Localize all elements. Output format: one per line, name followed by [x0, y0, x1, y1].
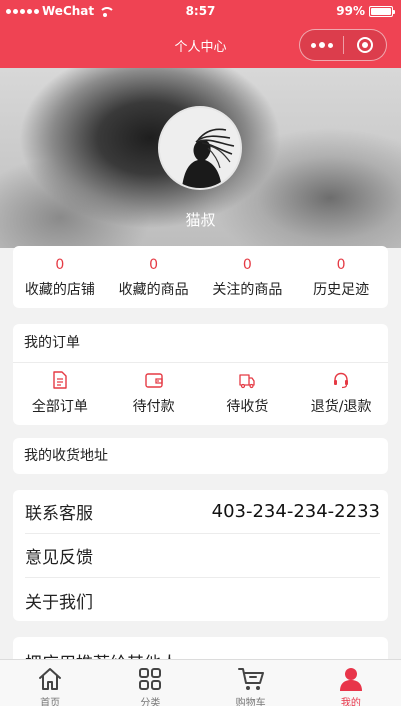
stat-favorite-shops[interactable]: 0 收藏的店铺: [13, 246, 107, 308]
orders-title[interactable]: 我的订单: [13, 324, 388, 363]
tab-cart[interactable]: 购物车: [201, 660, 301, 706]
stat-label: 收藏的商品: [118, 282, 189, 298]
support-phone[interactable]: 403-234-234-2233: [212, 501, 380, 522]
top-bar: WeChat 8:57 99% 个人中心: [0, 0, 401, 68]
battery-percent: 99%: [336, 4, 365, 18]
more-options-icon[interactable]: [300, 30, 343, 60]
close-mini-program-icon[interactable]: [344, 30, 386, 60]
stat-label: 历史足迹: [313, 282, 370, 298]
tab-mine[interactable]: 我的: [301, 660, 401, 706]
all-orders-button[interactable]: 全部订单: [13, 363, 107, 425]
user-icon: [339, 668, 362, 691]
stat-label: 收藏的店铺: [24, 282, 95, 298]
wallet-icon: [144, 373, 163, 388]
stat-count: 0: [55, 257, 65, 273]
about-us-label: 关于我们: [25, 592, 93, 613]
tab-label: 购物车: [235, 698, 266, 706]
order-item-label: 退货/退款: [310, 399, 372, 415]
profile-header: 猫叔: [0, 68, 401, 248]
service-menu: 联系客服 403-234-234-2233 意见反馈 关于我们: [13, 490, 388, 621]
avatar-silhouette-icon: [160, 108, 240, 188]
category-icon: [139, 668, 162, 690]
stat-history[interactable]: 0 历史足迹: [294, 246, 388, 308]
headset-icon: [334, 372, 349, 389]
order-item-label: 全部订单: [31, 399, 88, 415]
pending-delivery-button[interactable]: 待收货: [201, 363, 295, 425]
battery-icon: [369, 5, 395, 17]
order-item-label: 待付款: [132, 399, 175, 415]
avatar[interactable]: [158, 106, 242, 190]
feedback-row[interactable]: 意见反馈: [25, 534, 380, 578]
document-icon: [53, 371, 67, 389]
status-bar: WeChat 8:57 99%: [0, 0, 401, 22]
tab-label: 分类: [140, 698, 161, 706]
truck-icon: [239, 374, 256, 389]
orders-card: 我的订单 全部订单 待付款 待收货 退货/退款: [13, 324, 388, 425]
tab-home[interactable]: 首页: [0, 660, 100, 706]
stat-count: 0: [242, 257, 252, 273]
order-item-label: 待收货: [226, 399, 269, 415]
stat-followed-products[interactable]: 0 关注的商品: [201, 246, 295, 308]
pending-payment-button[interactable]: 待付款: [107, 363, 201, 425]
stat-favorite-products[interactable]: 0 收藏的商品: [107, 246, 201, 308]
tab-category[interactable]: 分类: [100, 660, 200, 706]
home-icon: [39, 668, 62, 690]
tab-label: 首页: [40, 698, 61, 706]
stat-label: 关注的商品: [212, 282, 283, 298]
contact-support-label: 联系客服: [25, 504, 93, 524]
returns-refund-button[interactable]: 退货/退款: [294, 363, 388, 425]
profile-page: WeChat 8:57 99% 个人中心 猫叔 0 收藏的店铺 0 收藏的商品 …: [0, 0, 401, 706]
stat-count: 0: [149, 257, 159, 273]
cart-icon: [237, 668, 264, 690]
about-us-row[interactable]: 关于我们: [25, 578, 380, 622]
stat-count: 0: [336, 257, 346, 273]
username: 猫叔: [185, 211, 216, 229]
order-shortcuts: 全部订单 待付款 待收货 退货/退款: [13, 363, 388, 425]
feedback-label: 意见反馈: [25, 548, 93, 568]
tab-label: 我的: [340, 698, 361, 706]
tab-bar: 首页 分类 购物车 我的: [0, 659, 401, 706]
contact-support-row[interactable]: 联系客服 403-234-234-2233: [25, 490, 380, 534]
mini-program-capsule: [299, 29, 387, 61]
shipping-address-row[interactable]: 我的收货地址: [13, 438, 388, 474]
stats-card: 0 收藏的店铺 0 收藏的商品 0 关注的商品 0 历史足迹: [13, 246, 388, 308]
battery-indicator: 99%: [336, 4, 395, 18]
